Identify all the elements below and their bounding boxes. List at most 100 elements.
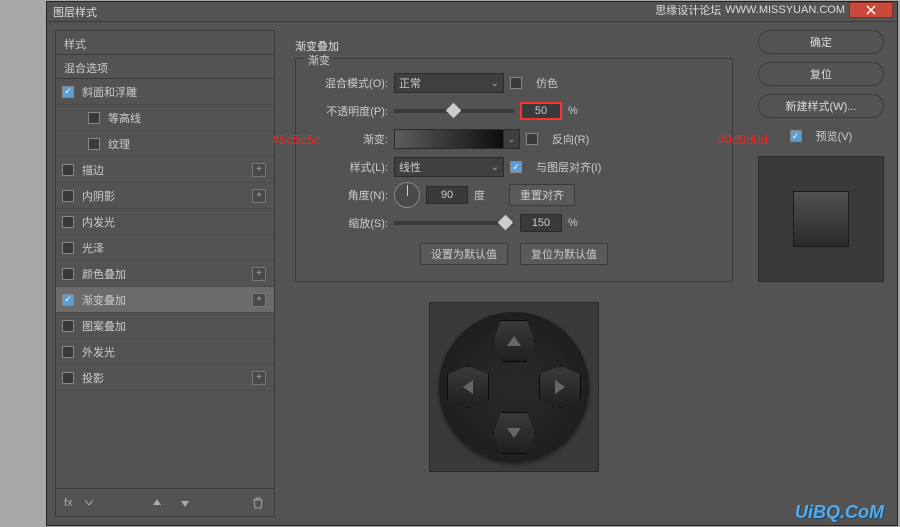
annotation-color1: #5c5c5c — [272, 132, 320, 147]
style-label: 样式(L): — [310, 159, 388, 175]
dither-checkbox[interactable] — [510, 77, 522, 89]
style-select[interactable]: 线性 — [394, 157, 504, 177]
dpad-left — [447, 366, 489, 408]
dpad-down — [493, 412, 535, 454]
style-checkbox[interactable] — [62, 216, 74, 228]
style-checkbox[interactable] — [62, 242, 74, 254]
angle-dial[interactable] — [394, 182, 420, 208]
style-list: 斜面和浮雕等高线纹理描边+内阴影+内发光光泽颜色叠加+渐变叠加+图案叠加外发光投… — [56, 79, 274, 488]
opacity-unit: % — [568, 105, 578, 117]
gradient-label: 渐变: — [310, 131, 388, 147]
preview-checkbox[interactable] — [790, 130, 802, 142]
watermark-text: 思缘设计论坛 — [655, 2, 721, 18]
opacity-slider[interactable] — [394, 109, 514, 113]
chevron-down-icon — [85, 500, 93, 506]
styles-panel: 样式 混合选项 斜面和浮雕等高线纹理描边+内阴影+内发光光泽颜色叠加+渐变叠加+… — [55, 30, 275, 517]
blend-mode-label: 混合模式(O): — [310, 75, 388, 91]
blend-mode-select[interactable]: 正常 — [394, 73, 504, 93]
angle-input[interactable] — [426, 186, 468, 204]
reverse-checkbox[interactable] — [526, 133, 538, 145]
group-title: 渐变 — [304, 52, 334, 68]
gradient-overlay-panel: 渐变叠加 渐变 混合模式(O): 正常 仿色 不透明度(P): % #5c5c5… — [283, 30, 745, 517]
style-item-label: 颜色叠加 — [82, 266, 126, 282]
style-item[interactable]: 内发光 — [56, 209, 274, 235]
styles-header[interactable]: 样式 — [56, 31, 274, 55]
style-checkbox[interactable] — [62, 164, 74, 176]
layer-style-dialog: 图层样式 思缘设计论坛 WWW.MISSYUAN.COM 样式 混合选项 斜面和… — [46, 1, 898, 526]
style-item-label: 内发光 — [82, 214, 115, 230]
style-item-label: 斜面和浮雕 — [82, 84, 137, 100]
trash-icon[interactable] — [250, 495, 266, 511]
style-item-label: 纹理 — [108, 136, 130, 152]
align-checkbox[interactable] — [510, 161, 522, 173]
style-item-label: 光泽 — [82, 240, 104, 256]
style-checkbox[interactable] — [62, 372, 74, 384]
plus-icon[interactable]: + — [252, 163, 266, 177]
style-item[interactable]: 颜色叠加 + — [56, 261, 274, 287]
dpad-up — [493, 320, 535, 362]
reverse-label: 反向(R) — [552, 131, 589, 147]
style-checkbox[interactable] — [62, 320, 74, 332]
style-item[interactable]: 渐变叠加 + — [56, 287, 274, 313]
close-icon — [866, 5, 876, 15]
style-item-label: 渐变叠加 — [82, 292, 126, 308]
style-item[interactable]: 内阴影+ — [56, 183, 274, 209]
style-item-label: 等高线 — [108, 110, 141, 126]
dither-label: 仿色 — [536, 75, 558, 91]
plus-icon[interactable]: + — [252, 189, 266, 203]
plus-icon[interactable]: + — [252, 371, 266, 385]
style-item[interactable]: 纹理 — [56, 131, 274, 157]
style-checkbox[interactable] — [62, 346, 74, 358]
style-checkbox[interactable] — [62, 294, 74, 306]
fx-label[interactable]: fx — [64, 497, 73, 509]
arrow-up-icon[interactable] — [149, 495, 165, 511]
ok-button[interactable]: 确定 — [758, 30, 884, 54]
opacity-label: 不透明度(P): — [310, 103, 388, 119]
style-item[interactable]: 斜面和浮雕 — [56, 79, 274, 105]
dpad — [439, 312, 589, 462]
style-item-label: 投影 — [82, 370, 104, 386]
scale-unit: % — [568, 217, 578, 229]
arrow-down-icon[interactable] — [177, 495, 193, 511]
style-item[interactable]: 外发光 — [56, 339, 274, 365]
style-item[interactable]: 描边 + — [56, 157, 274, 183]
annotation-color2: #0d0d0d — [717, 132, 768, 147]
slider-thumb[interactable] — [498, 215, 514, 231]
style-item-label: 图案叠加 — [82, 318, 126, 334]
scale-slider[interactable] — [394, 221, 514, 225]
dpad-preview — [429, 302, 599, 472]
style-item-label: 描边 — [82, 162, 104, 178]
reset-align-button[interactable]: 重置对齐 — [509, 184, 575, 206]
cancel-button[interactable]: 复位 — [758, 62, 884, 86]
plus-icon[interactable]: + — [252, 293, 266, 307]
style-checkbox[interactable] — [62, 268, 74, 280]
new-style-button[interactable]: 新建样式(W)... — [758, 94, 884, 118]
scale-input[interactable] — [520, 214, 562, 232]
style-item[interactable]: 等高线 — [56, 105, 274, 131]
preview-swatch — [793, 191, 849, 247]
style-checkbox[interactable] — [88, 112, 100, 124]
blend-options-header[interactable]: 混合选项 — [56, 55, 274, 79]
style-item[interactable]: 光泽 — [56, 235, 274, 261]
preview-box — [758, 156, 884, 282]
close-button[interactable] — [849, 2, 893, 18]
style-checkbox[interactable] — [62, 190, 74, 202]
section-title: 渐变叠加 — [295, 38, 733, 54]
styles-footer: fx — [56, 488, 274, 516]
opacity-input[interactable] — [520, 102, 562, 120]
style-item[interactable]: 投影 + — [56, 365, 274, 391]
titlebar: 图层样式 思缘设计论坛 WWW.MISSYUAN.COM — [47, 2, 897, 22]
reset-default-button[interactable]: 复位为默认值 — [520, 243, 608, 265]
set-default-button[interactable]: 设置为默认值 — [420, 243, 508, 265]
angle-unit: 度 — [474, 187, 485, 203]
watermark-url: WWW.MISSYUAN.COM — [725, 4, 845, 16]
style-checkbox[interactable] — [62, 86, 74, 98]
style-item[interactable]: 图案叠加 — [56, 313, 274, 339]
plus-icon[interactable]: + — [252, 267, 266, 281]
gradient-dropdown[interactable]: ⌄ — [504, 129, 520, 149]
style-checkbox[interactable] — [88, 138, 100, 150]
slider-thumb[interactable] — [446, 103, 462, 119]
dpad-right — [539, 366, 581, 408]
gradient-preview[interactable] — [394, 129, 504, 149]
gradient-group: 渐变 混合模式(O): 正常 仿色 不透明度(P): % #5c5c5c 渐变: — [295, 58, 733, 282]
